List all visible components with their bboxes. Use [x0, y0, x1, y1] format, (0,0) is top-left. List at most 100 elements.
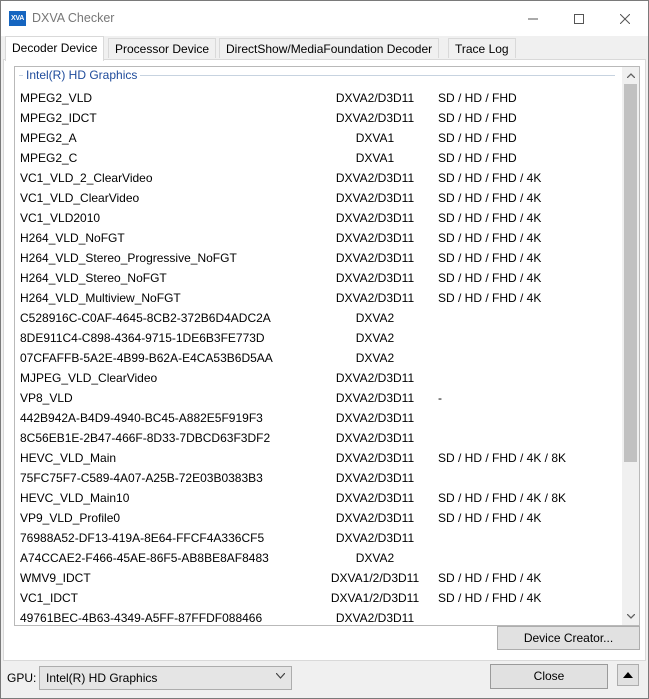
list-item[interactable]: MPEG2_IDCT DXVA2/D3D11 SD / HD / FHD	[15, 108, 623, 128]
list-item[interactable]: H264_VLD_Stereo_Progressive_NoFGT DXVA2/D…	[15, 248, 623, 268]
decoder-resolutions: SD / HD / FHD / 4K	[438, 591, 542, 605]
list-item[interactable]: H264_VLD_Stereo_NoFGT DXVA2/D3D11 SD / HD …	[15, 268, 623, 288]
decoder-api: DXVA2/D3D11	[335, 491, 415, 505]
decoder-api: DXVA2	[355, 311, 395, 325]
list-item[interactable]: MPEG2_VLD DXVA2/D3D11 SD / HD / FHD	[15, 88, 623, 108]
decoder-name: VP9_VLD_Profile0	[20, 511, 121, 525]
decoder-api: DXVA1	[355, 131, 395, 145]
close-window-button[interactable]	[602, 1, 648, 36]
decoder-resolutions: SD / HD / FHD	[438, 151, 517, 165]
decoder-name: 49761BEC-4B63-4349-A5FF-87FFDF088466	[20, 611, 263, 625]
minimize-icon	[528, 18, 538, 19]
decoder-api: DXVA2/D3D11	[335, 271, 415, 285]
decoder-name: H264_VLD_Stereo_NoFGT	[20, 271, 167, 285]
list-item[interactable]: VC1_IDCT DXVA1/2/D3D11 SD / HD / FHD / 4K	[15, 588, 623, 608]
list-item[interactable]: VC1_VLD_2_ClearVideo DXVA2/D3D11 SD / HD /…	[15, 168, 623, 188]
decoder-name: MJPEG_VLD_ClearVideo	[20, 371, 158, 385]
list-item[interactable]: 8DE911C4-C898-4364-9715-1DE6B3FE773D DXVA…	[15, 328, 623, 348]
list-item[interactable]: MJPEG_VLD_ClearVideo DXVA2/D3D11	[15, 368, 623, 388]
list-item[interactable]: 49761BEC-4B63-4349-A5FF-87FFDF088466 DXVA…	[15, 608, 623, 625]
list-item[interactable]: C528916C-C0AF-4645-8CB2-372B6D4ADC2A DXVA…	[15, 308, 623, 328]
list-item[interactable]: A74CCAE2-F466-45AE-86F5-AB8BE8AF8483 DXVA…	[15, 548, 623, 568]
decoder-api: DXVA2/D3D11	[335, 91, 415, 105]
list-item[interactable]: H264_VLD_Multiview_NoFGT DXVA2/D3D11 SD / …	[15, 288, 623, 308]
close-icon	[620, 13, 630, 24]
tab-processor-device[interactable]: Processor Device	[108, 38, 217, 58]
list-item[interactable]: 76988A52-DF13-419A-8E64-FFCF4A336CF5 DXVA…	[15, 528, 623, 548]
decoder-name: 442B942A-B4D9-4940-BC45-A882E5F919F3	[20, 411, 263, 425]
decoder-api: DXVA2/D3D11	[335, 611, 415, 625]
list-item[interactable]: VC1_VLD2010 DXVA2/D3D11 SD / HD / FHD / 4K	[15, 208, 623, 228]
vertical-scrollbar[interactable]	[622, 67, 639, 625]
scrollbar-thumb[interactable]	[624, 84, 637, 462]
decoder-name: H264_VLD_Stereo_Progressive_NoFGT	[20, 251, 237, 265]
title-bar[interactable]: XVA DXVA Checker	[1, 1, 648, 36]
app-icon: XVA	[9, 11, 26, 26]
decoder-resolutions: SD / HD / FHD / 4K / 8K	[438, 491, 567, 505]
decoder-resolutions: SD / HD / FHD / 4K	[438, 251, 542, 265]
tab-decoder-device[interactable]: Decoder Device	[5, 36, 105, 61]
list-item[interactable]: VP9_VLD_Profile0 DXVA2/D3D11 SD / HD / FHD…	[15, 508, 623, 528]
decoder-api: DXVA2/D3D11	[335, 291, 415, 305]
list-item[interactable]: 8C56EB1E-2B47-466F-8D33-7DBCD63F3DF2 DXVA…	[15, 428, 623, 448]
decoder-api: DXVA2/D3D11	[335, 111, 415, 125]
decoder-list[interactable]: Intel(R) HD Graphics MPEG2_VLD DXVA2/D3D1…	[14, 66, 640, 626]
decoder-resolutions: SD / HD / FHD / 4K	[438, 571, 542, 585]
decoder-resolutions: SD / HD / FHD / 4K	[438, 291, 542, 305]
decoder-resolutions: SD / HD / FHD / 4K	[438, 171, 542, 185]
decoder-name: MPEG2_C	[20, 151, 78, 165]
decoder-resolutions: SD / HD / FHD	[438, 91, 517, 105]
gpu-selected-value: Intel(R) HD Graphics	[46, 671, 158, 685]
scroll-down-arrow-icon[interactable]	[622, 608, 639, 625]
list-item[interactable]: H264_VLD_NoFGT DXVA2/D3D11 SD / HD / FHD /…	[15, 228, 623, 248]
decoder-api: DXVA2/D3D11	[335, 431, 415, 445]
decoder-name: VC1_VLD_2_ClearVideo	[20, 171, 153, 185]
decoder-name: VP8_VLD	[20, 391, 73, 405]
close-button[interactable]: Close	[490, 664, 608, 689]
maximize-button[interactable]	[556, 1, 602, 36]
decoder-api: DXVA2/D3D11	[335, 391, 415, 405]
decoder-name: 8C56EB1E-2B47-466F-8D33-7DBCD63F3DF2	[20, 431, 271, 445]
decoder-api: DXVA2/D3D11	[335, 171, 415, 185]
decoder-api: DXVA2/D3D11	[335, 451, 415, 465]
minimize-button[interactable]	[510, 1, 556, 36]
list-item[interactable]: VP8_VLD DXVA2/D3D11 -	[15, 388, 623, 408]
list-item[interactable]: MPEG2_C DXVA1 SD / HD / FHD	[15, 148, 623, 168]
gpu-label: GPU:	[7, 671, 37, 685]
decoder-name: H264_VLD_Multiview_NoFGT	[20, 291, 181, 305]
decoder-name: VC1_VLD2010	[20, 211, 101, 225]
decoder-name: WMV9_IDCT	[20, 571, 91, 585]
decoder-resolutions: SD / HD / FHD	[438, 111, 517, 125]
decoder-api: DXVA2/D3D11	[335, 531, 415, 545]
list-item[interactable]: WMV9_IDCT DXVA1/2/D3D11 SD / HD / FHD / 4K	[15, 568, 623, 588]
decoder-name: 75FC75F7-C589-4A07-A25B-72E03B0383B3	[20, 471, 263, 485]
decoder-name: HEVC_VLD_Main	[20, 451, 117, 465]
decoder-api: DXVA2/D3D11	[335, 231, 415, 245]
tab-directshow-mediafoundation-decoder[interactable]: DirectShow/MediaFoundation Decoder	[219, 38, 440, 58]
list-item[interactable]: VC1_VLD_ClearVideo DXVA2/D3D11 SD / HD / F…	[15, 188, 623, 208]
dxva-checker-window: XVA DXVA Checker Decoder Device Processo…	[0, 0, 649, 699]
list-item[interactable]: HEVC_VLD_Main10 DXVA2/D3D11 SD / HD / FHD …	[15, 488, 623, 508]
scroll-up-arrow-icon[interactable]	[622, 67, 639, 84]
tab-trace-log[interactable]: Trace Log	[448, 38, 516, 58]
gpu-select[interactable]: Intel(R) HD Graphics	[39, 666, 292, 690]
decoder-api: DXVA1/2/D3D11	[330, 591, 420, 605]
decoder-resolutions: SD / HD / FHD / 4K	[438, 191, 542, 205]
list-item[interactable]: 75FC75F7-C589-4A07-A25B-72E03B0383B3 DXVA…	[15, 468, 623, 488]
list-item[interactable]: 07CFAFFB-5A2E-4B99-B62A-E4CA53B6D5AA DXVA…	[15, 348, 623, 368]
list-item[interactable]: 442B942A-B4D9-4940-BC45-A882E5F919F3 DXVA…	[15, 408, 623, 428]
triangle-up-icon	[623, 672, 633, 678]
decoder-resolutions: SD / HD / FHD / 4K	[438, 211, 542, 225]
decoder-name: H264_VLD_NoFGT	[20, 231, 125, 245]
decoder-api: DXVA2	[355, 351, 395, 365]
decoder-name: A74CCAE2-F466-45AE-86F5-AB8BE8AF8483	[20, 551, 269, 565]
decoder-api: DXVA2/D3D11	[335, 251, 415, 265]
decoder-resolutions: SD / HD / FHD / 4K	[438, 271, 542, 285]
expand-toggle-button[interactable]	[617, 664, 639, 686]
list-item[interactable]: HEVC_VLD_Main DXVA2/D3D11 SD / HD / FHD / …	[15, 448, 623, 468]
decoder-name: C528916C-C0AF-4645-8CB2-372B6D4ADC2A	[20, 311, 271, 325]
device-creator-button[interactable]: Device Creator...	[497, 626, 640, 650]
list-item[interactable]: MPEG2_A DXVA1 SD / HD / FHD	[15, 128, 623, 148]
decoder-name: 76988A52-DF13-419A-8E64-FFCF4A336CF5	[20, 531, 265, 545]
decoder-name: MPEG2_A	[20, 131, 77, 145]
